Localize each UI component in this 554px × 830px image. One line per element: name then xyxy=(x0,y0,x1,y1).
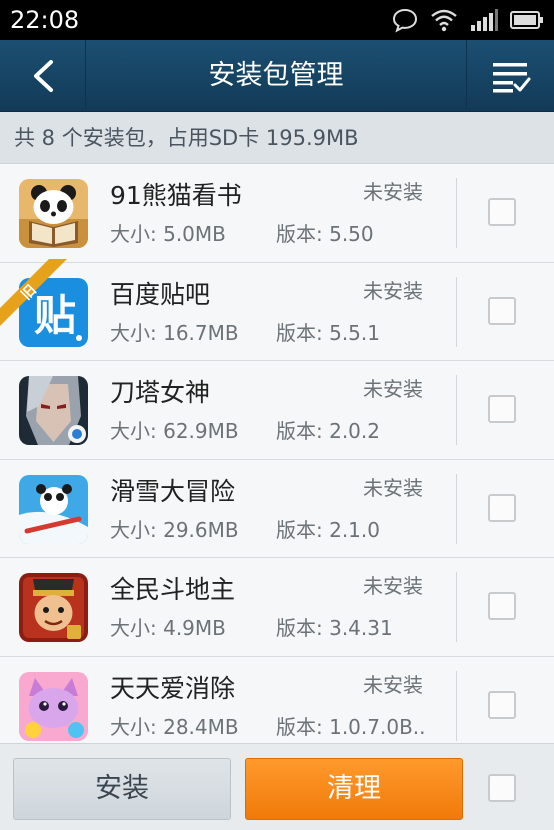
select-checkbox[interactable] xyxy=(488,296,516,325)
item-divider xyxy=(456,276,457,347)
list-item[interactable]: 91熊猫看书 未安装 大小: 5.0MB 版本: 5.50 xyxy=(0,164,554,263)
signal-icon xyxy=(471,9,498,31)
app-name: 91熊猫看书 xyxy=(110,181,242,210)
app-size: 大小: 4.9MB xyxy=(110,616,226,640)
title-bar: 安装包管理 xyxy=(0,40,554,112)
storage-summary: 共 8 个安装包，占用SD卡 195.9MB xyxy=(0,112,554,164)
install-status: 未安装 xyxy=(363,377,423,401)
app-version: 版本: 1.0.7.0B.. xyxy=(276,714,426,739)
app-name: 百度贴吧 xyxy=(110,279,211,309)
select-checkbox[interactable] xyxy=(488,395,516,423)
select-all-checkbox[interactable] xyxy=(488,774,516,802)
app-size: 大小: 62.9MB xyxy=(110,419,239,443)
item-divider xyxy=(456,178,457,248)
item-divider xyxy=(456,572,457,642)
item-divider xyxy=(456,375,457,445)
dota-goddess-icon xyxy=(19,376,88,445)
install-status: 未安装 xyxy=(363,574,423,598)
tiantian-xiaochu-icon xyxy=(19,671,88,741)
status-bar: 22:08 xyxy=(0,0,554,40)
panda-reader-icon xyxy=(19,179,88,248)
item-divider xyxy=(456,473,457,544)
baidu-tieba-icon: 贴 旧 xyxy=(0,258,88,347)
install-status: 未安装 xyxy=(363,180,423,204)
app-name: 刀塔女神 xyxy=(110,378,211,407)
app-size: 大小: 5.0MB xyxy=(110,222,226,246)
app-version: 版本: 2.1.0 xyxy=(276,517,380,542)
back-button[interactable] xyxy=(0,40,86,112)
app-size: 大小: 29.6MB xyxy=(110,517,239,542)
app-version: 版本: 3.4.31 xyxy=(276,616,393,640)
app-version: 版本: 2.0.2 xyxy=(276,419,380,443)
bottom-action-bar: 安装 清理 xyxy=(0,743,554,830)
select-checkbox[interactable] xyxy=(488,592,516,620)
app-name: 滑雪大冒险 xyxy=(110,476,236,506)
app-name: 全民斗地主 xyxy=(110,575,236,604)
select-checkbox[interactable] xyxy=(488,198,516,226)
message-icon xyxy=(392,8,418,33)
app-version: 版本: 5.50 xyxy=(276,222,374,246)
select-mode-button[interactable] xyxy=(466,40,554,112)
select-checkbox[interactable] xyxy=(488,493,516,522)
doudizhu-icon xyxy=(19,573,88,642)
svg-text:贴: 贴 xyxy=(34,291,76,340)
status-icons xyxy=(392,6,544,34)
ski-safari-icon xyxy=(19,474,88,544)
back-arrow-icon xyxy=(33,60,53,92)
battery-icon xyxy=(510,11,543,29)
package-list: 91熊猫看书 未安装 大小: 5.0MB 版本: 5.50 贴 旧 百度贴吧 未… xyxy=(0,164,554,755)
list-item[interactable]: 贴 旧 百度贴吧 未安装 大小: 16.7MB 版本: 5.5.1 xyxy=(0,258,554,361)
app-size: 大小: 16.7MB xyxy=(110,320,239,345)
app-name: 天天爱消除 xyxy=(110,673,236,703)
list-item[interactable]: 全民斗地主 未安装 大小: 4.9MB 版本: 3.4.31 xyxy=(0,558,554,657)
clean-button[interactable]: 清理 xyxy=(245,758,463,820)
app-size: 大小: 28.4MB xyxy=(110,714,239,739)
list-item[interactable]: 刀塔女神 未安装 大小: 62.9MB 版本: 2.0.2 xyxy=(0,361,554,460)
page-title: 安装包管理 xyxy=(208,60,344,91)
wifi-icon xyxy=(431,9,457,32)
list-item[interactable]: 滑雪大冒险 未安装 大小: 29.6MB 版本: 2.1.0 xyxy=(0,459,554,558)
status-time: 22:08 xyxy=(10,6,80,34)
install-status: 未安装 xyxy=(363,475,423,500)
app-version: 版本: 5.5.1 xyxy=(276,320,380,345)
install-status: 未安装 xyxy=(363,672,423,697)
item-divider xyxy=(456,670,457,741)
list-check-icon xyxy=(492,63,530,93)
install-button[interactable]: 安装 xyxy=(13,758,231,820)
list-item[interactable]: 天天爱消除 未安装 大小: 28.4MB 版本: 1.0.7.0B.. xyxy=(0,656,554,755)
select-checkbox[interactable] xyxy=(488,690,516,719)
install-status: 未安装 xyxy=(363,278,423,303)
